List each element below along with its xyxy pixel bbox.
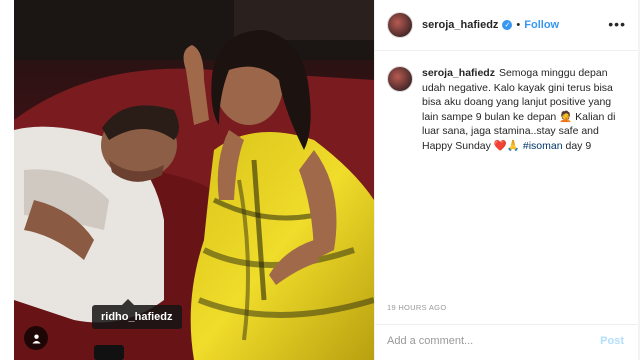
post-photo[interactable]: ridho_hafiedz xyxy=(14,0,374,360)
photo-image xyxy=(14,0,374,360)
hashtag-link[interactable]: #isoman xyxy=(523,140,563,152)
caption-text: seroja_hafiedz Semoga minggu depan udah n… xyxy=(422,66,622,154)
caption-tail: day 9 xyxy=(562,139,592,152)
avatar[interactable] xyxy=(387,12,413,38)
separator-dot: • xyxy=(516,19,521,31)
follow-button[interactable]: Follow xyxy=(524,19,559,31)
more-options-icon[interactable]: ••• xyxy=(608,16,626,32)
comment-bar: Post xyxy=(375,324,638,361)
post-comment-button[interactable]: Post xyxy=(600,335,624,347)
header-username[interactable]: seroja_hafiedz xyxy=(422,19,498,31)
caption-username[interactable]: seroja_hafiedz xyxy=(422,67,495,79)
comment-input[interactable] xyxy=(387,335,582,347)
post-header: seroja_hafiedz ✓ • Follow ••• xyxy=(375,0,638,51)
caption: seroja_hafiedz Semoga minggu depan udah n… xyxy=(387,66,627,154)
person-icon[interactable] xyxy=(24,326,48,350)
post-timestamp[interactable]: 19 HOURS AGO xyxy=(387,303,446,312)
post-sidebar: seroja_hafiedz ✓ • Follow ••• seroja_haf… xyxy=(374,0,638,360)
person-glyph xyxy=(31,333,41,344)
caption-avatar[interactable] xyxy=(387,66,413,92)
verified-badge-icon: ✓ xyxy=(502,20,513,30)
tagged-user-label[interactable]: ridho_hafiedz xyxy=(92,299,182,329)
